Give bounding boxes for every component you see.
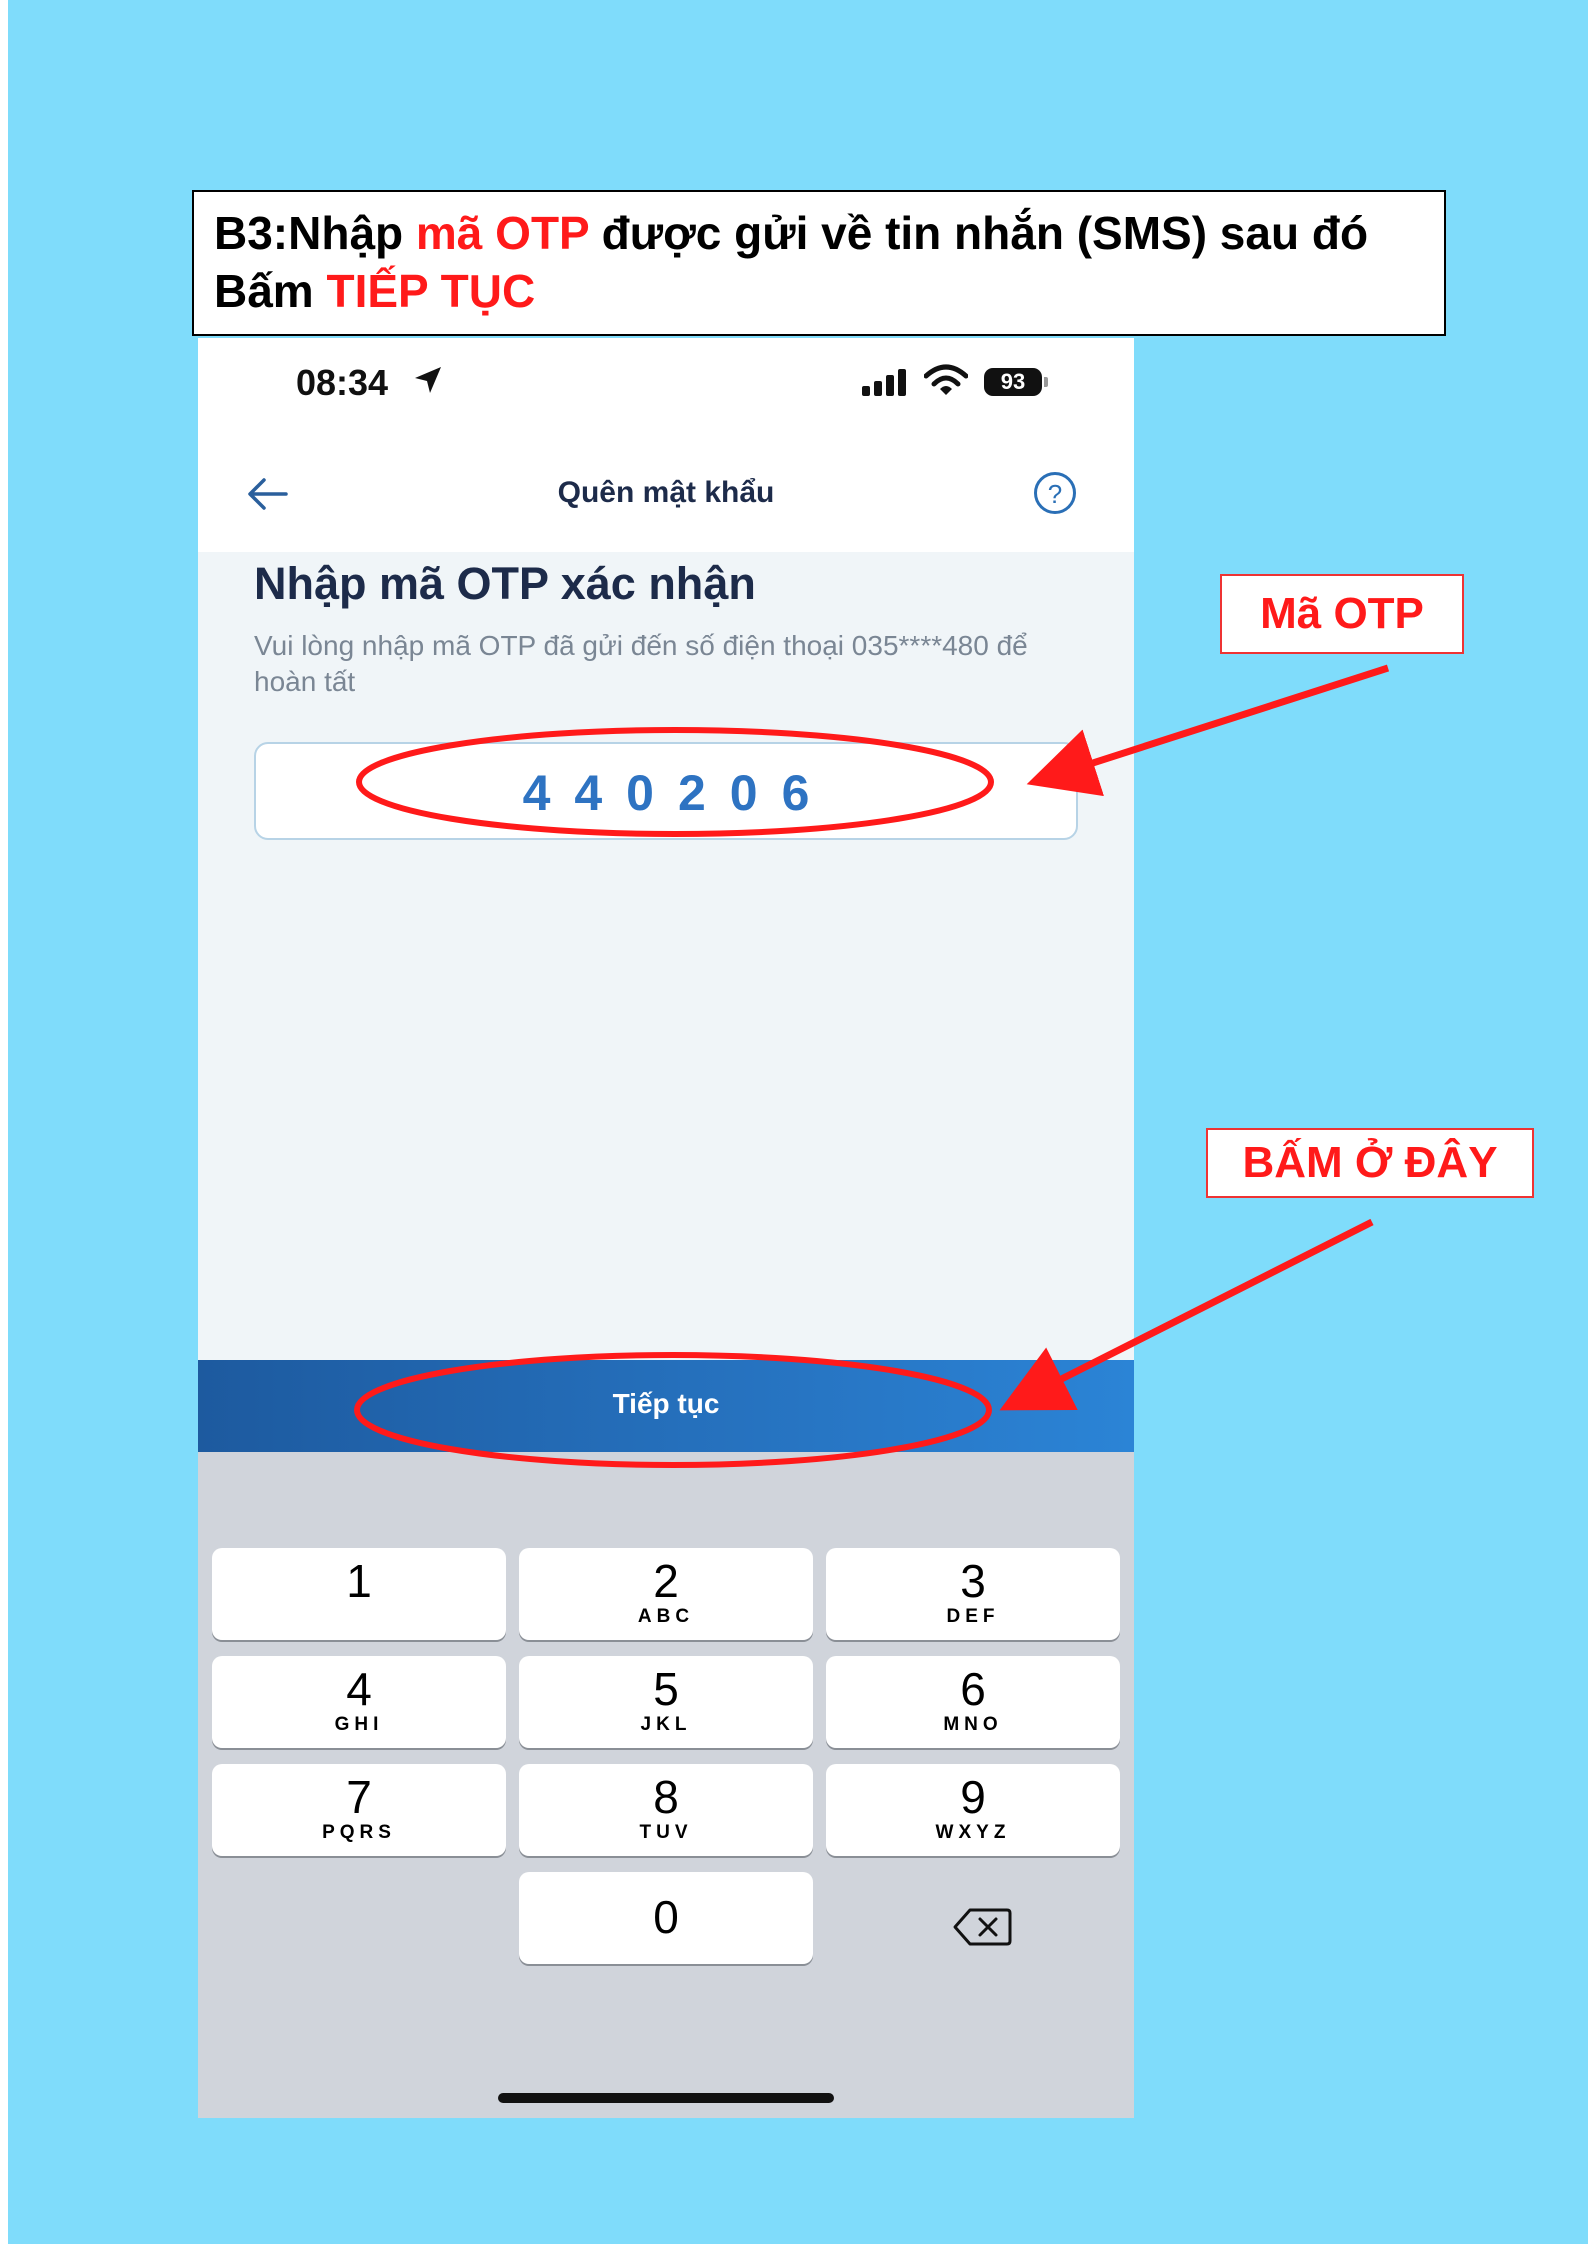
help-icon[interactable]: ?: [1034, 472, 1076, 514]
key-letters: TUV: [639, 1822, 693, 1843]
key-letters: MNO: [943, 1714, 1003, 1735]
key-digit: 9: [960, 1771, 986, 1823]
instruction-highlight-continue: TIẾP TỤC: [326, 265, 536, 317]
continue-button-label: Tiếp tục: [612, 1388, 720, 1419]
key-digit: 6: [960, 1663, 986, 1715]
continue-button[interactable]: Tiếp tục: [198, 1360, 1134, 1452]
backspace-icon[interactable]: [952, 1907, 1012, 1947]
key-9[interactable]: 9 WXYZ: [826, 1764, 1120, 1856]
key-letters: ABC: [637, 1606, 695, 1627]
instruction-middle: được gửi về tin nhắn (SMS) sau đó: [588, 207, 1369, 259]
key-4[interactable]: 4 GHI: [212, 1656, 506, 1748]
key-letters: JKL: [640, 1714, 692, 1735]
instruction-box: B3:Nhập mã OTP được gửi về tin nhắn (SMS…: [192, 190, 1446, 336]
otp-instruction: Vui lòng nhập mã OTP đã gửi đến số điện …: [254, 630, 1028, 697]
home-indicator: [498, 2093, 834, 2103]
callout-press-here: BẤM Ở ĐÂY: [1206, 1128, 1534, 1198]
key-letters: PQRS: [322, 1822, 396, 1843]
nav-title: Quên mật khẩu: [557, 476, 775, 509]
key-5[interactable]: 5 JKL: [519, 1656, 813, 1748]
callout-otp: Mã OTP: [1220, 574, 1464, 654]
key-digit: 3: [960, 1555, 986, 1607]
key-digit: 4: [346, 1663, 372, 1715]
battery-icon: 93: [984, 368, 1042, 396]
instruction-prefix: B3:Nhập: [214, 207, 416, 259]
status-time: 08:34: [296, 362, 389, 403]
key-digit: 0: [653, 1891, 679, 1943]
key-letters: DEF: [946, 1606, 1000, 1627]
key-digit: 8: [653, 1771, 679, 1823]
key-8[interactable]: 8 TUV: [519, 1764, 813, 1856]
key-digit: 7: [346, 1771, 372, 1823]
key-3[interactable]: 3 DEF: [826, 1548, 1120, 1640]
numeric-keyboard: 1 2 ABC 3 DEF 4 GHI 5 JKL 6 MNO 7 PQRS 8: [198, 1452, 1134, 2118]
location-arrow-icon: [415, 367, 441, 393]
instruction-highlight-otp: mã OTP: [415, 207, 589, 259]
key-2[interactable]: 2 ABC: [519, 1548, 813, 1640]
key-0[interactable]: 0: [519, 1872, 813, 1964]
otp-value: 440206: [522, 765, 834, 821]
instruction-line2-prefix: Bấm: [214, 265, 327, 317]
signal-icon: [862, 369, 906, 396]
key-digit: 2: [653, 1555, 679, 1607]
nav-bar: Quên mật khẩu ?: [198, 438, 1134, 552]
key-digit: 1: [346, 1555, 372, 1607]
status-bar: 08:34 93: [198, 338, 1134, 438]
key-1[interactable]: 1: [212, 1548, 506, 1640]
otp-input[interactable]: 440206: [254, 742, 1078, 840]
otp-heading: Nhập mã OTP xác nhận: [254, 558, 756, 609]
key-letters: GHI: [334, 1714, 384, 1735]
key-letters: WXYZ: [935, 1822, 1011, 1843]
wifi-icon: [924, 364, 968, 395]
phone-screen: 08:34 93 Quên mật khẩu ? Nhập mã OTP xác…: [198, 338, 1134, 2118]
key-6[interactable]: 6 MNO: [826, 1656, 1120, 1748]
key-7[interactable]: 7 PQRS: [212, 1764, 506, 1856]
battery-nub: [1044, 377, 1048, 387]
key-digit: 5: [653, 1663, 679, 1715]
